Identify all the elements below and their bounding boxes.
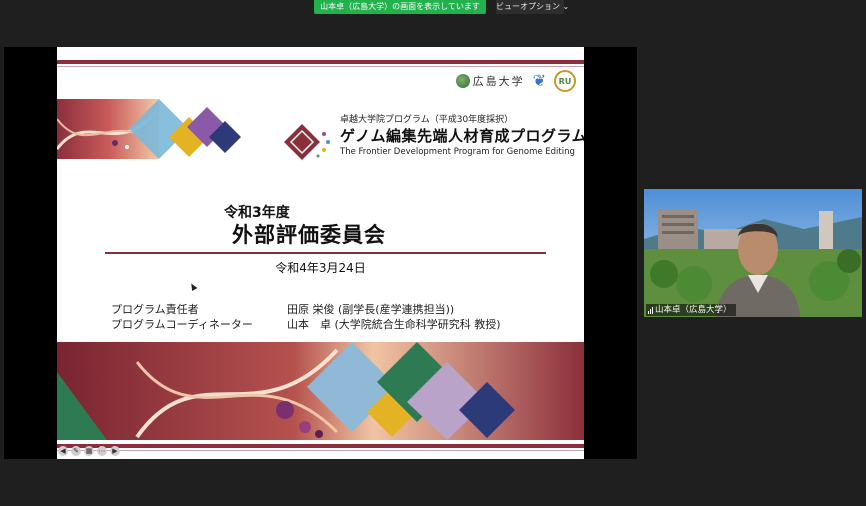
presentation-slide: 広島大学 ❦ RU 卓越大学院プログラム（平成30年度採択） ゲノム編集先端人材 [57,47,584,459]
role-name-coordinator: 山本 卓 (大学院統合生命科学研究科 教授) [287,318,501,331]
slide-grid-icon[interactable]: ▦ [84,446,94,456]
video-feed [644,189,862,317]
slide-bottom-rule [57,444,584,448]
dna-artwork-bottom [57,342,584,440]
role-label-coordinator: プログラムコーディネーター [111,318,253,331]
university-emblem-icon [455,74,470,88]
participant-name: 山本卓（広島大学） [655,305,732,315]
top-bar: 山本卓（広島大学）の画面を表示しています ビューオプション ⌄ [0,0,866,16]
butterfly-logo-icon: ❦ [532,71,546,90]
slide-top-rule [57,60,584,64]
program-subtitle: 卓越大学院プログラム（平成30年度採択） [340,115,514,125]
view-options-label: ビューオプション [496,2,560,11]
signal-icon [648,306,653,314]
previous-slide-icon[interactable]: ◀ [58,446,68,456]
next-slide-icon[interactable]: ▶ [110,446,120,456]
program-title: ゲノム編集先端人材育成プログラム [340,127,584,145]
partner-logos: 広島大学 ❦ RU [455,69,576,93]
view-options-button[interactable]: ビューオプション ⌄ [496,0,569,14]
university-name: 広島大学 [472,75,525,88]
dna-artwork-top [57,99,241,159]
title-underline [105,252,546,254]
participant-video-tile[interactable]: 山本卓（広島大学） [644,189,862,317]
program-emblem-icon [284,124,330,160]
slide-top-rule-thin [57,66,584,67]
pen-tool-icon[interactable]: ✎ [71,446,81,456]
chevron-down-icon: ⌄ [562,2,570,11]
meeting-title: 外部評価委員会 [232,223,386,247]
more-options-icon[interactable]: ⋯ [97,446,107,456]
screen-share-banner[interactable]: 山本卓（広島大学）の画面を表示しています [314,0,486,14]
slide-bottom-rule-thin [57,450,584,451]
role-label-director: プログラム責任者 [111,303,199,316]
program-english-title: The Frontier Development Program for Gen… [340,147,575,157]
slide-controls: ◀ ✎ ▦ ⋯ ▶ [58,446,120,456]
meeting-date: 令和4年3月24日 [275,261,366,275]
ru-logo: RU [554,70,576,92]
role-name-director: 田原 栄俊 (副学長(産学連携担当)) [287,303,455,316]
participant-name-tag: 山本卓（広島大学） [646,304,736,316]
hiroshima-university-logo: 広島大学 [455,73,525,89]
